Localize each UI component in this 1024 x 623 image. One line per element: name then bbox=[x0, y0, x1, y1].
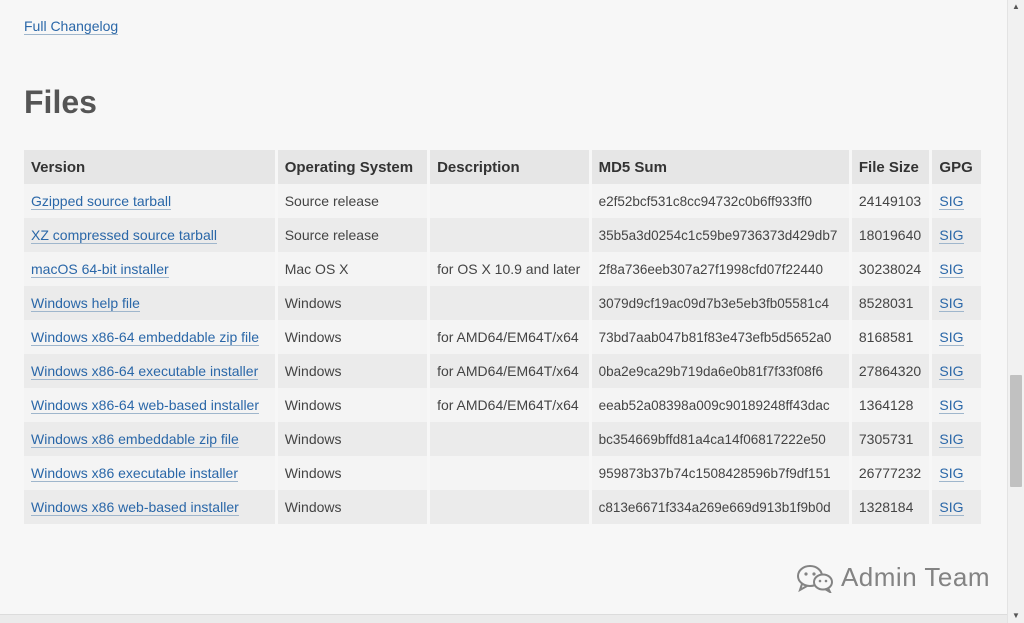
table-row: Windows x86 embeddable zip file Windows … bbox=[24, 422, 981, 456]
os-cell: Mac OS X bbox=[277, 252, 428, 286]
sig-link[interactable]: SIG bbox=[939, 465, 964, 482]
watermark-text: Admin Team bbox=[840, 562, 990, 592]
sig-link[interactable]: SIG bbox=[939, 499, 964, 516]
sig-link[interactable]: SIG bbox=[939, 329, 964, 346]
table-row: Windows x86-64 embeddable zip file Windo… bbox=[24, 320, 981, 354]
scroll-up-arrow-icon[interactable]: ▲ bbox=[1008, 0, 1024, 14]
header-file-size: File Size bbox=[851, 150, 930, 184]
sig-link[interactable]: SIG bbox=[939, 397, 964, 414]
header-version: Version bbox=[24, 150, 275, 184]
header-operating-system: Operating System bbox=[277, 150, 428, 184]
files-heading: Files bbox=[24, 84, 97, 120]
download-link[interactable]: Windows help file bbox=[31, 295, 140, 312]
size-cell: 1328184 bbox=[851, 490, 930, 524]
files-table: Version Operating System Description MD5… bbox=[21, 150, 984, 524]
sig-link[interactable]: SIG bbox=[939, 431, 964, 448]
scroll-down-arrow-icon[interactable]: ▼ bbox=[1008, 609, 1024, 623]
md5-cell: 2f8a736eeb307a27f1998cfd07f22440 bbox=[591, 252, 849, 286]
size-cell: 24149103 bbox=[851, 184, 930, 218]
download-link[interactable]: macOS 64-bit installer bbox=[31, 261, 169, 278]
description-cell bbox=[430, 286, 589, 320]
md5-cell: eeab52a08398a009c90189248ff43dac bbox=[591, 388, 849, 422]
description-cell bbox=[430, 456, 589, 490]
sig-link[interactable]: SIG bbox=[939, 193, 964, 210]
full-changelog-link[interactable]: Full Changelog bbox=[24, 18, 119, 35]
size-cell: 1364128 bbox=[851, 388, 930, 422]
description-cell bbox=[430, 422, 589, 456]
scroll-thumb[interactable] bbox=[1010, 375, 1022, 487]
description-cell bbox=[430, 490, 589, 524]
table-header-row: Version Operating System Description MD5… bbox=[24, 150, 981, 184]
description-cell bbox=[430, 184, 589, 218]
md5-cell: 73bd7aab047b81f83e473efb5d5652a0 bbox=[591, 320, 849, 354]
download-link[interactable]: Windows x86 embeddable zip file bbox=[31, 431, 239, 448]
download-link[interactable]: Windows x86 executable installer bbox=[31, 465, 238, 482]
download-link[interactable]: XZ compressed source tarball bbox=[31, 227, 217, 244]
sig-link[interactable]: SIG bbox=[939, 261, 964, 278]
download-link[interactable]: Gzipped source tarball bbox=[31, 193, 172, 210]
sig-link[interactable]: SIG bbox=[939, 227, 964, 244]
sig-link[interactable]: SIG bbox=[939, 363, 964, 380]
sig-link[interactable]: SIG bbox=[939, 295, 964, 312]
changelog-container: Full Changelog bbox=[24, 16, 119, 36]
vertical-scrollbar[interactable]: ▲ ▼ bbox=[1007, 0, 1024, 623]
size-cell: 27864320 bbox=[851, 354, 930, 388]
size-cell: 18019640 bbox=[851, 218, 930, 252]
os-cell: Source release bbox=[277, 218, 428, 252]
download-link[interactable]: Windows x86-64 embeddable zip file bbox=[31, 329, 260, 346]
os-cell: Windows bbox=[277, 286, 428, 320]
table-row: Windows x86-64 web-based installer Windo… bbox=[24, 388, 981, 422]
table-row: Windows x86 executable installer Windows… bbox=[24, 456, 981, 490]
size-cell: 26777232 bbox=[851, 456, 930, 490]
description-cell: for AMD64/EM64T/x64 bbox=[430, 354, 589, 388]
os-cell: Windows bbox=[277, 388, 428, 422]
os-cell: Windows bbox=[277, 490, 428, 524]
watermark: Admin Team bbox=[795, 562, 990, 593]
download-link[interactable]: Windows x86-64 executable installer bbox=[31, 363, 259, 380]
size-cell: 8528031 bbox=[851, 286, 930, 320]
table-row: Gzipped source tarball Source release e2… bbox=[24, 184, 981, 218]
description-cell bbox=[430, 218, 589, 252]
wechat-icon bbox=[796, 564, 833, 593]
os-cell: Windows bbox=[277, 320, 428, 354]
header-gpg: GPG bbox=[932, 150, 981, 184]
header-description: Description bbox=[430, 150, 589, 184]
md5-cell: bc354669bffd81a4ca14f06817222e50 bbox=[591, 422, 849, 456]
description-cell: for AMD64/EM64T/x64 bbox=[430, 388, 589, 422]
header-md5-sum: MD5 Sum bbox=[591, 150, 849, 184]
md5-cell: e2f52bcf531c8cc94732c0b6ff933ff0 bbox=[591, 184, 849, 218]
md5-cell: 35b5a3d0254c1c59be9736373d429db7 bbox=[591, 218, 849, 252]
table-row: XZ compressed source tarball Source rele… bbox=[24, 218, 981, 252]
download-link[interactable]: Windows x86-64 web-based installer bbox=[31, 397, 259, 414]
table-row: Windows help file Windows 3079d9cf19ac09… bbox=[24, 286, 981, 320]
description-cell: for AMD64/EM64T/x64 bbox=[430, 320, 589, 354]
md5-cell: 959873b37b74c1508428596b7f9df151 bbox=[591, 456, 849, 490]
description-cell: for OS X 10.9 and later bbox=[430, 252, 589, 286]
md5-cell: 3079d9cf19ac09d7b3e5eb3fb05581c4 bbox=[591, 286, 849, 320]
table-row: Windows x86-64 executable installer Wind… bbox=[24, 354, 981, 388]
os-cell: Windows bbox=[277, 422, 428, 456]
download-link[interactable]: Windows x86 web-based installer bbox=[31, 499, 239, 516]
md5-cell: c813e6671f334a269e669d913b1f9b0d bbox=[591, 490, 849, 524]
md5-cell: 0ba2e9ca29b719da6e0b81f7f33f08f6 bbox=[591, 354, 849, 388]
table-row: macOS 64-bit installer Mac OS X for OS X… bbox=[24, 252, 981, 286]
os-cell: Source release bbox=[277, 184, 428, 218]
size-cell: 30238024 bbox=[851, 252, 930, 286]
table-row: Windows x86 web-based installer Windows … bbox=[24, 490, 981, 524]
os-cell: Windows bbox=[277, 354, 428, 388]
size-cell: 7305731 bbox=[851, 422, 930, 456]
horizontal-scroll-track bbox=[0, 614, 1007, 623]
os-cell: Windows bbox=[277, 456, 428, 490]
page: Full Changelog Files Version Operating S… bbox=[0, 0, 1024, 623]
size-cell: 8168581 bbox=[851, 320, 930, 354]
